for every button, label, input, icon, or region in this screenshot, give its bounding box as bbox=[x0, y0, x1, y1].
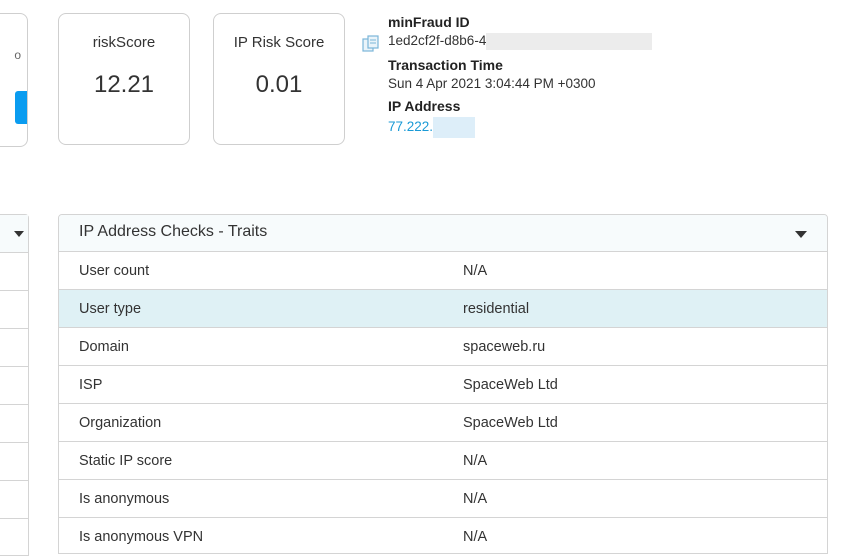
row-key: ISP bbox=[79, 377, 103, 393]
left-table-row bbox=[0, 291, 28, 329]
left-table-row bbox=[0, 443, 28, 481]
left-card-action-button[interactable] bbox=[15, 91, 27, 124]
left-card-partial: o bbox=[0, 13, 28, 147]
ip-address-link[interactable]: 77.222. bbox=[388, 119, 433, 134]
left-card-glyph: o bbox=[14, 48, 21, 62]
transaction-time-label: Transaction Time bbox=[388, 57, 503, 73]
left-table-header[interactable] bbox=[0, 215, 28, 253]
table-row: Organization SpaceWeb Ltd bbox=[59, 404, 827, 442]
table-row: Static IP score N/A bbox=[59, 442, 827, 480]
ip-risk-score-label: IP Risk Score bbox=[233, 34, 325, 51]
table-row: Is anonymous N/A bbox=[59, 480, 827, 518]
row-key: Organization bbox=[79, 415, 162, 431]
ip-address-row[interactable]: 77.222. bbox=[388, 117, 652, 138]
minfraud-id-value: 1ed2cf2f-d8b6-4 bbox=[388, 33, 487, 49]
risk-score-value: 12.21 bbox=[93, 71, 155, 98]
ip-risk-score-value: 0.01 bbox=[255, 71, 303, 98]
left-table-row bbox=[0, 481, 28, 519]
panel-title: IP Address Checks - Traits bbox=[79, 223, 268, 240]
row-value: residential bbox=[463, 301, 530, 317]
table-row: ISP SpaceWeb Ltd bbox=[59, 366, 827, 404]
table-row: Is anonymous VPN N/A bbox=[59, 518, 827, 553]
row-key: Is anonymous VPN bbox=[79, 529, 204, 545]
ip-risk-score-card: IP Risk Score 0.01 bbox=[213, 13, 345, 145]
risk-score-card: riskScore 12.21 bbox=[58, 13, 190, 145]
table-row: User type residential bbox=[59, 290, 827, 328]
minfraud-id-label: minFraud ID bbox=[388, 14, 470, 30]
panel-header[interactable]: IP Address Checks - Traits bbox=[59, 215, 827, 252]
table-row: Domain spaceweb.ru bbox=[59, 328, 827, 366]
row-key: Domain bbox=[79, 339, 129, 355]
transaction-time-value: Sun 4 Apr 2021 3:04:44 PM +0300 bbox=[388, 76, 596, 91]
row-key: Static IP score bbox=[79, 453, 173, 469]
minfraud-id-redaction bbox=[486, 33, 653, 50]
table-row: User count N/A bbox=[59, 252, 827, 290]
row-value: N/A bbox=[463, 263, 488, 279]
row-key: Is anonymous bbox=[79, 491, 170, 507]
transaction-info: minFraud ID 1ed2cf2f-d8b6-4 Transaction … bbox=[388, 14, 653, 145]
row-value: N/A bbox=[463, 529, 488, 545]
copy-icon[interactable] bbox=[361, 34, 381, 54]
collapse-caret-icon[interactable] bbox=[795, 231, 807, 238]
left-table-partial bbox=[0, 214, 29, 556]
risk-score-label: riskScore bbox=[92, 34, 156, 51]
ip-address-label: IP Address bbox=[388, 98, 461, 114]
left-table-row bbox=[0, 405, 28, 443]
row-value: spaceweb.ru bbox=[463, 339, 546, 355]
minfraud-id-row: 1ed2cf2f-d8b6-4 bbox=[388, 33, 653, 50]
left-table-row bbox=[0, 367, 28, 405]
left-table-collapse-icon[interactable] bbox=[14, 231, 24, 237]
row-key: User count bbox=[79, 263, 150, 279]
ip-address-redaction bbox=[433, 117, 476, 138]
row-key: User type bbox=[79, 301, 142, 317]
row-value: N/A bbox=[463, 491, 488, 507]
ip-address-traits-panel: IP Address Checks - Traits User count N/… bbox=[58, 214, 828, 554]
row-value: SpaceWeb Ltd bbox=[463, 377, 558, 393]
left-table-row bbox=[0, 329, 28, 367]
row-value: SpaceWeb Ltd bbox=[463, 415, 558, 431]
left-table-row bbox=[0, 253, 28, 291]
row-value: N/A bbox=[463, 453, 488, 469]
